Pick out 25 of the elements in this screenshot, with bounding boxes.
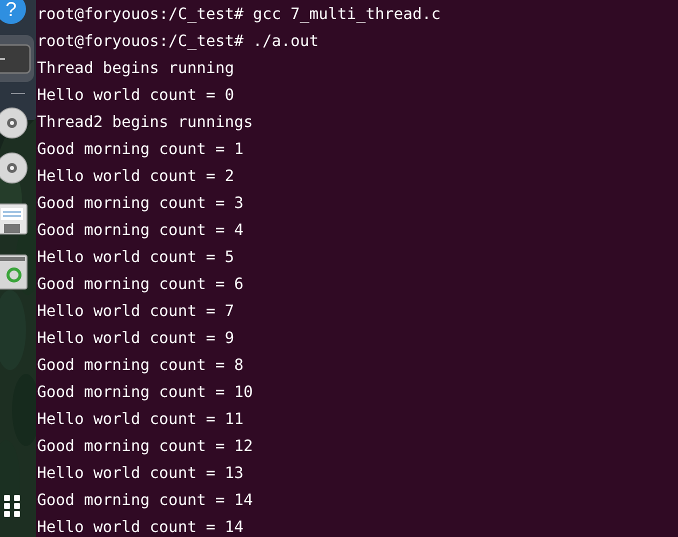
terminal-line: Thread begins running bbox=[37, 58, 234, 79]
terminal-line: Hello world count = 14 bbox=[37, 517, 244, 537]
dock-item-highlight[interactable] bbox=[0, 35, 34, 82]
terminal-line: Good morning count = 3 bbox=[37, 193, 244, 214]
terminal-line: Hello world count = 2 bbox=[37, 166, 234, 187]
terminal-line: Good morning count = 12 bbox=[37, 436, 253, 457]
help-icon[interactable]: ? bbox=[0, 0, 26, 24]
terminal-line: Hello world count = 5 bbox=[37, 247, 234, 268]
terminal-line: Hello world count = 0 bbox=[37, 85, 234, 106]
terminal-line: Good morning count = 10 bbox=[37, 382, 253, 403]
terminal-line: Thread2 begins runnings bbox=[37, 112, 253, 133]
terminal-line: Hello world count = 13 bbox=[37, 463, 244, 484]
terminal-line: Hello world count = 9 bbox=[37, 328, 234, 349]
terminal-line: Good morning count = 14 bbox=[37, 490, 253, 511]
app-grid-icon[interactable] bbox=[4, 495, 20, 517]
terminal-line: root@foryouos:/C_test# gcc 7_multi_thread.c bbox=[37, 4, 441, 25]
terminal-line: Good morning count = 8 bbox=[37, 355, 244, 376]
terminal-icon bbox=[0, 44, 31, 74]
recycle-bin-icon[interactable] bbox=[0, 254, 28, 290]
terminal-line: Good morning count = 6 bbox=[37, 274, 244, 295]
terminal-line: Hello world count = 7 bbox=[37, 301, 234, 322]
terminal-line: Good morning count = 1 bbox=[37, 139, 244, 160]
terminal-line: Good morning count = 4 bbox=[37, 220, 244, 241]
terminal-line: Hello world count = 11 bbox=[37, 409, 244, 430]
terminal-line: root@foryouos:/C_test# ./a.out bbox=[37, 31, 319, 52]
